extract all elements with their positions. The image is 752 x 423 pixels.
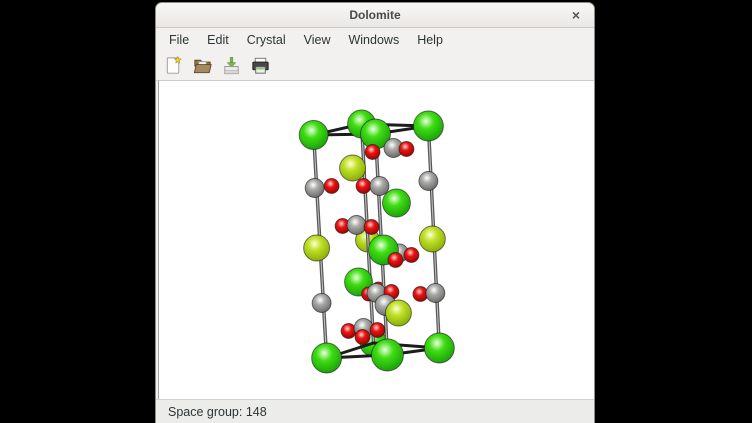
crystal-structure: [159, 81, 594, 399]
atom-Mg: [385, 300, 411, 326]
atom-O: [365, 145, 380, 160]
menu-item-view[interactable]: View: [295, 30, 340, 50]
print-button[interactable]: [248, 53, 273, 78]
titlebar[interactable]: Dolomite ×: [156, 3, 594, 28]
atom-Ca: [382, 189, 410, 217]
print-icon: [249, 54, 272, 77]
atom-Mg: [419, 226, 445, 252]
atom-O: [356, 179, 371, 194]
atom-O: [355, 330, 370, 345]
open-folder-button[interactable]: [190, 53, 215, 78]
menu-item-crystal[interactable]: Crystal: [238, 30, 295, 50]
atom-C: [419, 172, 438, 191]
new-file-icon: [162, 54, 185, 77]
menubar: FileEditCrystalViewWindowsHelp: [156, 28, 594, 51]
atom-O: [341, 324, 356, 339]
crystal-viewport[interactable]: [158, 80, 594, 399]
window-title: Dolomite: [349, 8, 400, 22]
open-folder-icon: [191, 54, 214, 77]
new-file-button[interactable]: [161, 53, 186, 78]
atom-Ca: [372, 339, 404, 371]
atom-C: [426, 284, 445, 303]
atom-O: [364, 220, 379, 235]
atom-Ca: [413, 111, 443, 141]
atom-C: [370, 177, 389, 196]
save-icon: [220, 54, 243, 77]
dolomite-window: Dolomite × FileEditCrystalViewWindowsHel…: [155, 2, 595, 423]
atom-Ca: [312, 343, 342, 373]
atom-C: [347, 216, 366, 235]
atom-Ca: [424, 333, 454, 363]
atom-C: [305, 179, 324, 198]
atom-C: [312, 294, 331, 313]
space-group-label: Space group: 148: [168, 405, 267, 419]
save-button[interactable]: [219, 53, 244, 78]
menu-item-windows[interactable]: Windows: [339, 30, 408, 50]
atom-Ca: [299, 121, 328, 150]
atom-O: [404, 248, 419, 263]
statusbar: Space group: 148: [156, 399, 594, 423]
atom-Mg: [304, 235, 330, 261]
close-icon[interactable]: ×: [566, 3, 586, 27]
menu-item-help[interactable]: Help: [408, 30, 452, 50]
toolbar: [156, 51, 594, 81]
atom-O: [399, 142, 414, 157]
screen-background: Dolomite × FileEditCrystalViewWindowsHel…: [0, 0, 752, 423]
atom-O: [388, 253, 403, 268]
atom-Mg: [340, 155, 366, 181]
atom-O: [370, 323, 385, 338]
menu-item-file[interactable]: File: [160, 30, 198, 50]
atom-O: [324, 179, 339, 194]
menu-item-edit[interactable]: Edit: [198, 30, 238, 50]
